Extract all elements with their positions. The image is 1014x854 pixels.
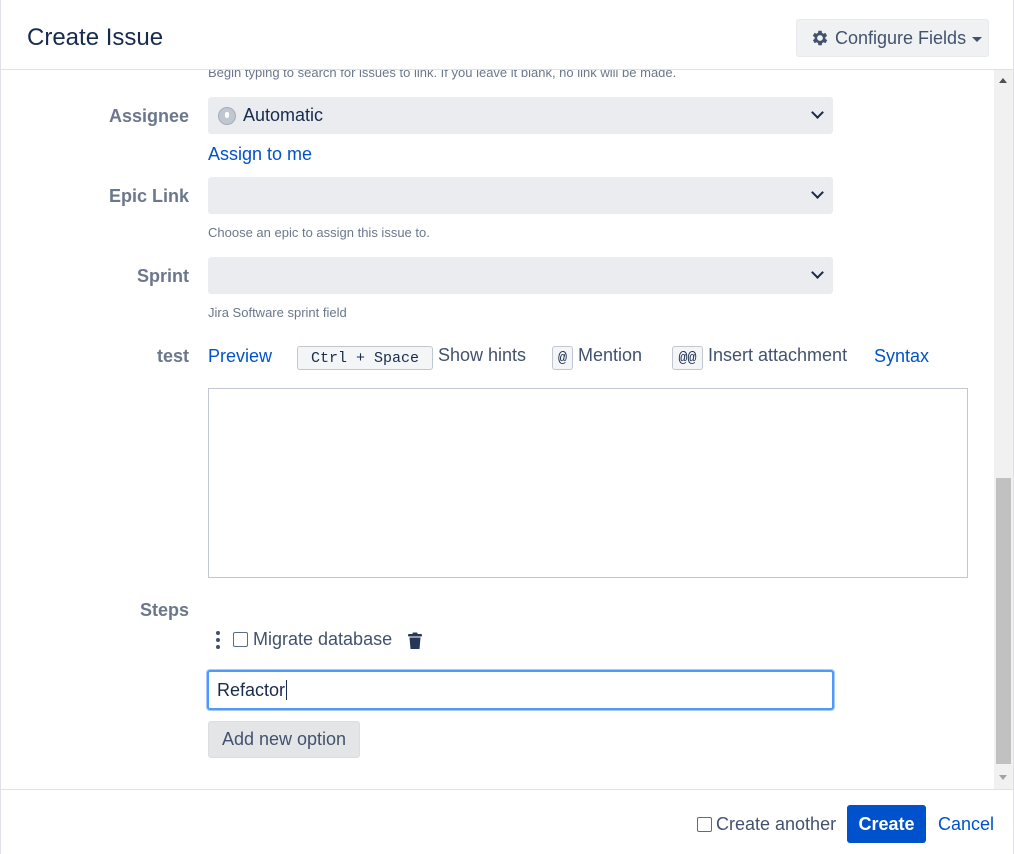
avatar-icon xyxy=(218,106,236,125)
cancel-link[interactable]: Cancel xyxy=(938,814,994,835)
chevron-down-icon xyxy=(811,266,824,279)
insert-attachment-link[interactable]: Insert attachment xyxy=(708,345,847,366)
scroll-down-arrow-icon[interactable] xyxy=(999,775,1007,780)
create-issue-dialog: Create Issue Configure Fields Begin typi… xyxy=(0,0,1014,854)
configure-fields-label: Configure Fields xyxy=(835,27,967,48)
new-option-value: Refactor xyxy=(217,679,286,700)
syntax-help-link[interactable]: Syntax xyxy=(874,346,929,367)
text-cursor xyxy=(286,680,288,700)
sprint-label: Sprint xyxy=(137,266,189,286)
assign-to-me-link[interactable]: Assign to me xyxy=(208,144,312,165)
chevron-down-icon xyxy=(811,106,824,119)
new-option-input[interactable]: Refactor xyxy=(207,670,834,710)
dialog-footer: Create another Create Cancel xyxy=(1,789,1013,854)
show-hints-link[interactable]: Show hints xyxy=(438,345,526,366)
assignee-label: Assignee xyxy=(108,106,189,126)
mention-link[interactable]: Mention xyxy=(578,345,642,366)
caret-down-icon xyxy=(972,36,983,42)
create-another-checkbox[interactable]: Create another xyxy=(697,814,836,835)
trash-icon[interactable] xyxy=(407,632,423,650)
checkbox[interactable] xyxy=(697,817,712,832)
assignee-select[interactable]: Automatic xyxy=(208,97,833,134)
steps-label: Steps xyxy=(139,600,189,620)
step-checkbox[interactable] xyxy=(233,632,248,647)
step-label: Migrate database xyxy=(253,629,393,649)
preview-link[interactable]: Preview xyxy=(208,346,272,367)
gear-icon xyxy=(812,30,828,46)
chevron-down-icon xyxy=(811,186,824,199)
scroll-up-arrow-icon[interactable] xyxy=(999,78,1007,83)
epic-link-help: Choose an epic to assign this issue to. xyxy=(208,225,430,240)
configure-fields-button[interactable]: Configure Fields xyxy=(796,19,989,57)
sprint-help: Jira Software sprint field xyxy=(208,305,347,320)
create-button[interactable]: Create xyxy=(847,805,926,843)
dialog-content: Begin typing to search for issues to lin… xyxy=(1,70,994,790)
add-new-option-button[interactable]: Add new option xyxy=(208,721,360,758)
content-scrollbar[interactable] xyxy=(994,70,1013,789)
epic-link-select[interactable] xyxy=(208,177,833,214)
assignee-value: Automatic xyxy=(243,105,324,125)
drag-handle-icon[interactable] xyxy=(216,631,220,649)
attachment-key: @@ xyxy=(672,346,703,370)
test-textarea[interactable] xyxy=(208,388,968,578)
ctrl-space-key: Ctrl + Space xyxy=(297,346,433,370)
create-another-label: Create another xyxy=(716,814,837,834)
epic-link-label: Epic Link xyxy=(108,186,189,206)
mention-key: @ xyxy=(552,346,573,370)
test-label: test xyxy=(156,346,189,366)
sprint-select[interactable] xyxy=(208,257,833,294)
dialog-title: Create Issue xyxy=(27,24,164,51)
scroll-thumb[interactable] xyxy=(996,478,1011,764)
dialog-header: Create Issue Configure Fields xyxy=(1,0,1013,70)
linked-issues-help: Begin typing to search for issues to lin… xyxy=(208,70,677,80)
